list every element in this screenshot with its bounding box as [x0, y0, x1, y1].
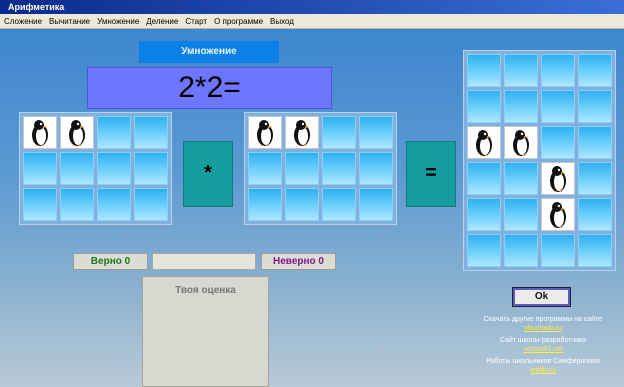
grid-cell[interactable]	[23, 188, 57, 221]
penguin-icon	[257, 120, 273, 146]
grid-cell[interactable]	[578, 54, 612, 87]
penguin-icon	[476, 130, 492, 156]
grade-title: Твоя оценка	[175, 285, 236, 296]
grid-cell[interactable]	[504, 198, 538, 231]
window-title: Арифметика	[0, 0, 624, 14]
grid-cell[interactable]	[97, 188, 131, 221]
grid-cell[interactable]	[578, 162, 612, 195]
operator-sign: *	[183, 141, 233, 207]
link-school43[interactable]: school43.net	[462, 346, 624, 355]
grade-panel: Твоя оценка	[142, 276, 269, 387]
penguin-icon	[294, 120, 310, 146]
links-panel: Скачать другие программы на сайте obucha…	[462, 316, 624, 375]
left-operand-grid	[19, 112, 172, 225]
grid-cell[interactable]	[359, 188, 393, 221]
grid-cell[interactable]	[541, 54, 575, 87]
grid-cell[interactable]	[504, 90, 538, 123]
link-smfiki[interactable]: smfiki.ru	[462, 367, 624, 376]
menu-item-start[interactable]: Старт	[181, 14, 210, 28]
grid-cell[interactable]	[97, 152, 131, 185]
right-operand-grid	[244, 112, 397, 225]
grid-cell[interactable]	[541, 234, 575, 267]
menu-bar: Сложение Вычитание Умножение Деление Ста…	[0, 14, 624, 29]
grid-cell[interactable]	[578, 90, 612, 123]
grid-cell[interactable]	[504, 54, 538, 87]
grid-cell[interactable]	[285, 188, 319, 221]
grid-cell[interactable]	[467, 198, 501, 231]
grid-cell[interactable]	[322, 188, 356, 221]
grid-cell[interactable]	[467, 90, 501, 123]
grid-cell[interactable]	[134, 188, 168, 221]
grid-cell[interactable]	[248, 152, 282, 185]
link-caption-works: Работы школьников Симферополя	[486, 358, 600, 365]
penguin-icon	[69, 120, 85, 146]
penguin-icon	[32, 120, 48, 146]
grid-cell[interactable]	[285, 152, 319, 185]
grid-cell-penguin[interactable]	[504, 126, 538, 159]
grid-cell[interactable]	[578, 198, 612, 231]
grid-cell[interactable]	[134, 152, 168, 185]
grid-cell[interactable]	[359, 116, 393, 149]
grid-cell[interactable]	[578, 234, 612, 267]
grid-cell-penguin[interactable]	[541, 198, 575, 231]
penguin-icon	[550, 166, 566, 192]
menu-item-subtraction[interactable]: Вычитание	[45, 14, 93, 28]
result-grid	[463, 50, 616, 271]
wrong-counter: Неверно 0	[261, 253, 336, 270]
grid-cell[interactable]	[504, 234, 538, 267]
grid-cell-penguin[interactable]	[23, 116, 57, 149]
grid-cell-penguin[interactable]	[541, 162, 575, 195]
correct-counter: Верно 0	[73, 253, 148, 270]
grid-cell[interactable]	[322, 116, 356, 149]
grid-cell-penguin[interactable]	[285, 116, 319, 149]
link-caption-programs: Скачать другие программы на сайте	[483, 316, 603, 323]
grid-cell-penguin[interactable]	[467, 126, 501, 159]
grid-cell-penguin[interactable]	[248, 116, 282, 149]
equals-sign: =	[406, 141, 456, 207]
menu-item-multiplication[interactable]: Умножение	[93, 14, 142, 28]
menu-item-exit[interactable]: Выход	[266, 14, 297, 28]
grid-cell[interactable]	[541, 126, 575, 159]
menu-item-addition[interactable]: Сложение	[0, 14, 45, 28]
operation-label: Умножение	[139, 41, 279, 63]
grid-cell[interactable]	[322, 152, 356, 185]
grid-cell[interactable]	[467, 162, 501, 195]
grid-cell[interactable]	[97, 116, 131, 149]
grid-cell[interactable]	[248, 188, 282, 221]
grid-cell[interactable]	[504, 162, 538, 195]
grid-cell[interactable]	[60, 152, 94, 185]
answer-input[interactable]	[152, 253, 256, 270]
grid-cell[interactable]	[60, 188, 94, 221]
link-caption-school: Сайт школы-разработчика	[499, 337, 587, 344]
grid-cell-penguin[interactable]	[60, 116, 94, 149]
grid-cell[interactable]	[541, 90, 575, 123]
penguin-icon	[550, 202, 566, 228]
grid-cell[interactable]	[467, 234, 501, 267]
menu-item-about[interactable]: О программе	[210, 14, 266, 28]
grid-cell[interactable]	[467, 54, 501, 87]
grid-cell[interactable]	[359, 152, 393, 185]
penguin-icon	[513, 130, 529, 156]
grid-cell[interactable]	[23, 152, 57, 185]
menu-item-division[interactable]: Деление	[142, 14, 181, 28]
grid-cell[interactable]	[578, 126, 612, 159]
expression-display: 2*2=	[87, 67, 332, 109]
link-obuchaiki[interactable]: obuchaiki.ru	[462, 325, 624, 334]
ok-button[interactable]: Ok	[512, 287, 571, 307]
grid-cell[interactable]	[134, 116, 168, 149]
